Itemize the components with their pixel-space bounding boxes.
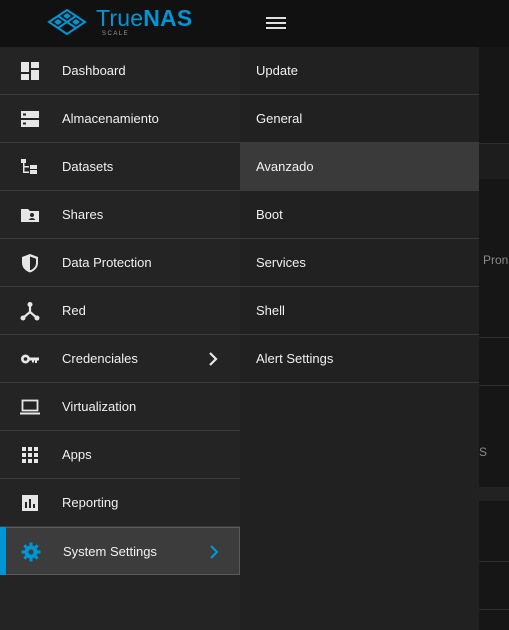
brand-name: TrueNAS xyxy=(96,5,192,32)
sidebar-item-label: Shares xyxy=(62,207,104,222)
sidebar-item-datasets[interactable]: Datasets xyxy=(0,143,240,191)
brand-nas: NAS xyxy=(143,5,193,31)
sidebar-item-credenciales[interactable]: Credenciales xyxy=(0,335,240,383)
sidebar-item-label: Dashboard xyxy=(62,63,126,78)
submenu-item-label: Avanzado xyxy=(256,159,314,174)
sidebar-item-data-protection[interactable]: Data Protection xyxy=(0,239,240,287)
sidebar-item-label: System Settings xyxy=(63,544,157,559)
chevron-right-icon xyxy=(209,352,218,366)
sidebar-item-label: Reporting xyxy=(62,495,119,510)
sidebar-item-virtualization[interactable]: Virtualization xyxy=(0,383,240,431)
sidebar-item-label: Datasets xyxy=(62,159,114,174)
submenu-item-shell[interactable]: Shell xyxy=(240,287,479,335)
sidebar-item-label: Credenciales xyxy=(62,351,138,366)
submenu-item-update[interactable]: Update xyxy=(240,47,479,95)
submenu-item-label: General xyxy=(256,111,303,126)
reporting-chart-icon xyxy=(22,495,38,511)
background-panel xyxy=(479,487,509,501)
submenu-item-boot[interactable]: Boot xyxy=(240,191,479,239)
top-bar: TrueNAS SCALE xyxy=(0,0,509,47)
background-divider xyxy=(479,337,509,338)
menu-toggle-icon[interactable] xyxy=(266,14,286,32)
background-page: d Pron S xyxy=(479,47,509,630)
sidebar-nav: Dashboard Almacenamiento Datasets Shares… xyxy=(0,47,240,630)
sidebar-item-red[interactable]: Red xyxy=(0,287,240,335)
background-text: d Pron xyxy=(479,253,509,267)
sidebar-item-label: Almacenamiento xyxy=(62,111,159,126)
gear-icon xyxy=(21,542,41,562)
sidebar-item-almacenamiento[interactable]: Almacenamiento xyxy=(0,95,240,143)
submenu-item-services[interactable]: Services xyxy=(240,239,479,287)
sidebar-item-reporting[interactable]: Reporting xyxy=(0,479,240,527)
background-divider xyxy=(479,561,509,562)
shield-icon xyxy=(22,254,38,273)
chevron-right-icon xyxy=(210,545,219,559)
background-divider xyxy=(479,609,509,610)
submenu-item-general[interactable]: General xyxy=(240,95,479,143)
storage-icon xyxy=(21,111,39,127)
sidebar-item-label: Data Protection xyxy=(62,255,152,270)
sidebar-item-label: Red xyxy=(62,303,86,318)
sidebar-item-dashboard[interactable]: Dashboard xyxy=(0,47,240,95)
apps-grid-icon xyxy=(22,447,38,463)
key-icon xyxy=(21,354,39,364)
brand-edition: SCALE xyxy=(102,31,130,37)
background-divider xyxy=(479,385,509,386)
network-icon xyxy=(20,302,40,321)
submenu-item-label: Boot xyxy=(256,207,283,222)
datasets-icon xyxy=(21,159,37,174)
sidebar-item-label: Virtualization xyxy=(62,399,137,414)
dashboard-icon xyxy=(21,62,39,80)
background-panel xyxy=(479,143,509,179)
laptop-icon xyxy=(20,399,40,415)
submenu-item-label: Services xyxy=(256,255,306,270)
shares-folder-icon xyxy=(21,209,39,222)
background-text: S xyxy=(479,445,488,459)
system-settings-submenu: Update General Avanzado Boot Services Sh… xyxy=(240,47,479,630)
submenu-item-label: Shell xyxy=(256,303,285,318)
brand-true: True xyxy=(96,5,144,31)
submenu-item-alert-settings[interactable]: Alert Settings xyxy=(240,335,479,383)
submenu-item-avanzado[interactable]: Avanzado xyxy=(240,143,479,191)
sidebar-item-system-settings[interactable]: System Settings xyxy=(0,527,240,575)
submenu-item-label: Alert Settings xyxy=(256,351,334,366)
submenu-item-label: Update xyxy=(256,63,298,78)
truenas-logo-icon xyxy=(47,8,87,36)
sidebar-item-label: Apps xyxy=(62,447,92,462)
sidebar-item-shares[interactable]: Shares xyxy=(0,191,240,239)
truenas-logo[interactable]: TrueNAS SCALE xyxy=(46,5,196,38)
sidebar-item-apps[interactable]: Apps xyxy=(0,431,240,479)
background-divider xyxy=(479,143,509,144)
